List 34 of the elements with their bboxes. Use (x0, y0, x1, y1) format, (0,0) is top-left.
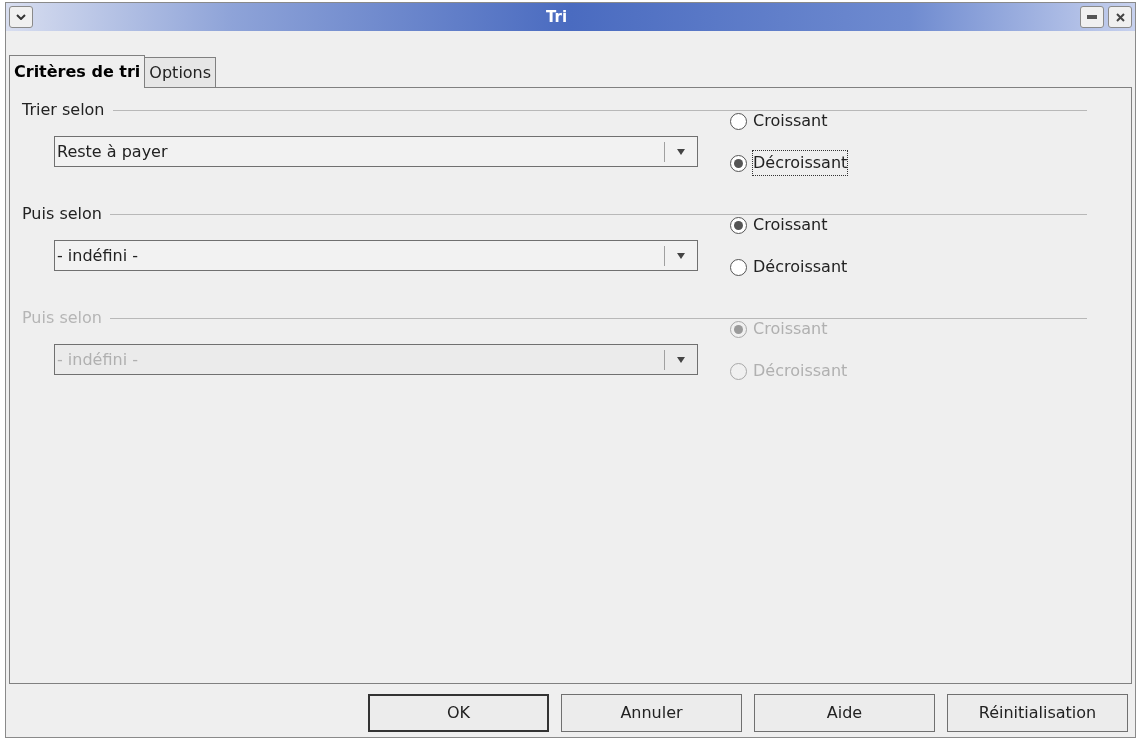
radio-label: Décroissant (753, 256, 848, 278)
close-button[interactable] (1108, 6, 1132, 28)
dropdown-field[interactable]: - indéfini - (54, 240, 698, 271)
close-icon (1115, 12, 1125, 22)
dialog-button[interactable]: Annuler (561, 694, 742, 732)
tab[interactable]: Options (145, 57, 217, 87)
section-label: Puis selon (22, 307, 102, 329)
dropdown-value: - indéfini - (56, 244, 139, 267)
window-title: Tri (545, 6, 568, 28)
dialog-button[interactable]: Aide (754, 694, 935, 732)
dropdown-arrow-icon[interactable] (677, 356, 685, 363)
dialog-button[interactable]: OK (368, 694, 549, 732)
radio-label: Décroissant (753, 151, 848, 175)
section-label: Puis selon (22, 203, 102, 225)
dropdown-value: Reste à payer (56, 140, 169, 163)
minimize-icon (1087, 15, 1097, 19)
dropdown-value: - indéfini - (56, 348, 139, 371)
radio-label: Croissant (753, 110, 828, 132)
dropdown-arrow-icon[interactable] (677, 148, 685, 155)
dropdown-field[interactable]: Reste à payer (54, 136, 698, 167)
radio-button[interactable] (730, 112, 747, 130)
radio-button[interactable] (730, 216, 747, 234)
tab[interactable]: Critères de tri (9, 55, 146, 88)
window-menu-button[interactable] (9, 6, 33, 28)
radio-button[interactable] (730, 154, 747, 172)
dropdown-arrow-icon[interactable] (677, 252, 685, 259)
dialog-button[interactable]: Réinitialisation (947, 694, 1128, 732)
radio-button[interactable] (730, 258, 747, 276)
section-label: Trier selon (22, 99, 105, 121)
radio-label: Croissant (753, 214, 828, 236)
minimize-button[interactable] (1080, 6, 1104, 28)
chevron-down-icon (16, 14, 26, 20)
radio-label: Décroissant (753, 360, 848, 382)
radio-label: Croissant (753, 318, 828, 340)
